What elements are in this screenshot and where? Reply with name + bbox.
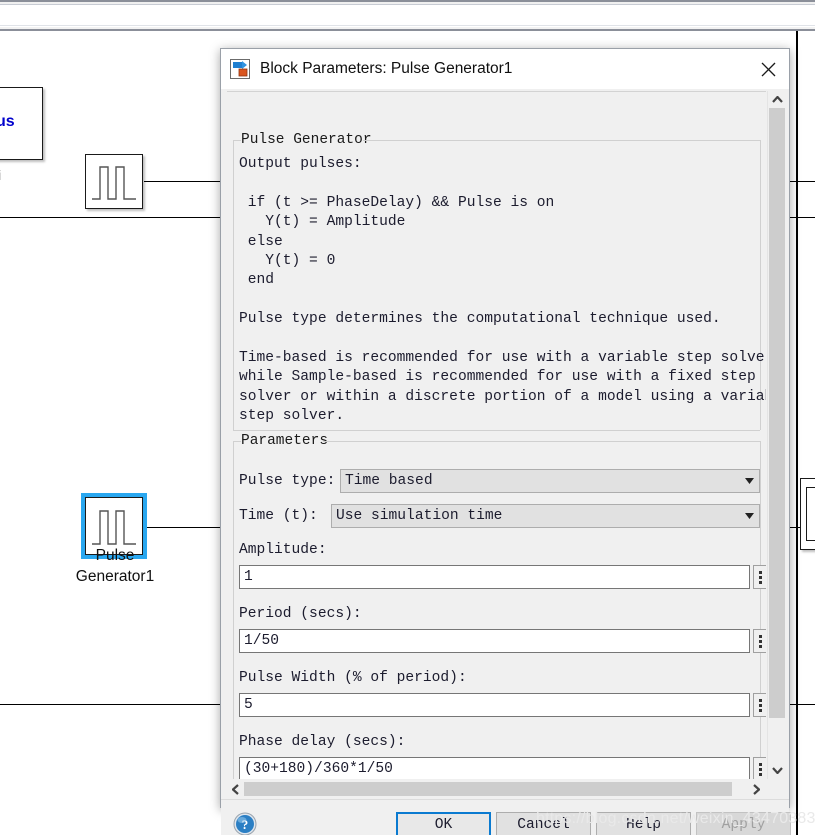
scroll-thumb-horizontal[interactable] [244,782,732,796]
pulse-generator-block-upper[interactable] [85,154,143,209]
close-button[interactable] [753,55,783,83]
pulse-type-value: Time based [345,473,433,489]
watermark: https://blog.csdn.net/weixin_43470383 [536,810,815,827]
params-edge-right [760,441,761,779]
svg-text:?: ? [242,817,249,832]
stepper-dot [758,708,762,712]
period-stepper[interactable] [753,629,766,653]
stepper-dot [758,639,762,643]
label-phase-delay: Phase delay (secs): [239,734,406,750]
simulink-block-icon [230,59,250,79]
pulse-generator1-label: Pulse Generator1 [75,547,155,585]
phase-delay-stepper[interactable] [753,757,766,779]
label-amplitude: Amplitude: [239,542,327,558]
group-title-parameters: Parameters [237,433,333,449]
scroll-right-button[interactable] [748,780,764,798]
chevron-down-icon[interactable] [739,478,759,484]
toolstrip-body [0,6,815,26]
pulse-width-value: 5 [244,697,253,713]
params-rule-left [233,441,241,442]
label-period: Period (secs): [239,606,362,622]
time-combo[interactable]: Use simulation time [331,504,760,528]
stepper-dot [758,644,762,648]
stepper-dot [758,703,762,707]
label-pulse-width: Pulse Width (% of period): [239,670,467,686]
port-label-i: i [0,167,1,183]
ok-button[interactable]: OK [396,812,491,835]
help-button[interactable]: ? [233,812,257,835]
question-mark-icon: ? [233,812,257,835]
toolstrip-top-edge [0,0,815,5]
group-rule-left [233,140,241,141]
dialog-content-pane: Pulse Generator Output pulses: if (t >= … [227,91,766,779]
pulse-width-stepper[interactable] [753,693,766,717]
right-edge-block-inner [806,487,815,541]
group-edge-left [233,140,234,430]
stepper-dot [758,634,762,638]
chevron-down-icon[interactable] [739,513,759,519]
label-pulse-type: Pulse type: [239,473,336,489]
stepper-dot [758,580,762,584]
chevron-down-icon [771,767,783,774]
scroll-thumb-vertical[interactable] [769,108,785,718]
scroll-left-button[interactable] [227,780,243,798]
chevron-right-icon [752,783,760,795]
pulse-type-combo[interactable]: Time based [340,469,760,493]
scroll-down-button[interactable] [768,762,786,779]
dialog-body: Pulse Generator Output pulses: if (t >= … [221,89,791,835]
stepper-dot [758,575,762,579]
scroll-up-button[interactable] [768,91,786,108]
params-rule-right [323,441,760,442]
pulse-width-input[interactable]: 5 [239,693,750,717]
group-title-pulse-generator: Pulse Generator [237,132,376,148]
close-icon [761,62,775,76]
time-value: Use simulation time [336,508,503,524]
dialog-titlebar[interactable]: Block Parameters: Pulse Generator1 [221,49,789,89]
phase-delay-input[interactable]: (30+180)/360*1/50 [239,757,750,779]
content-horizontal-scrollbar[interactable] [227,780,767,798]
stepper-dot [758,698,762,702]
screen-root: us i Pulse Generator1 Bloc [0,0,815,835]
block-parameters-dialog[interactable]: Block Parameters: Pulse Generator1 Pulse… [220,48,791,835]
params-edge-left [233,441,234,779]
label-time: Time (t): [239,508,318,524]
group-rule-bottom [233,430,760,431]
phase-delay-value: (30+180)/360*1/50 [244,761,393,777]
group-edge-right [760,140,761,430]
period-value: 1/50 [244,633,280,649]
period-input[interactable]: 1/50 [239,629,750,653]
amplitude-stepper[interactable] [753,565,766,589]
signal-line-right-vertical [796,31,798,835]
amplitude-value: 1 [244,569,253,585]
chevron-left-icon [231,783,239,795]
stepper-dot [758,570,762,574]
stepper-dot [758,772,762,776]
content-vertical-scrollbar[interactable] [767,91,785,779]
amplitude-input[interactable]: 1 [239,565,750,589]
stepper-dot [758,767,762,771]
stepper-dot [758,762,762,766]
bus-block-label: us [0,113,15,130]
pulse-waveform-icon [92,166,136,200]
chevron-up-icon [771,96,783,103]
dialog-title: Block Parameters: Pulse Generator1 [260,60,513,77]
toolstrip-separator [0,27,815,31]
block-description: Output pulses: if (t >= PhaseDelay) && P… [239,156,766,425]
group-rule-right [363,140,760,141]
